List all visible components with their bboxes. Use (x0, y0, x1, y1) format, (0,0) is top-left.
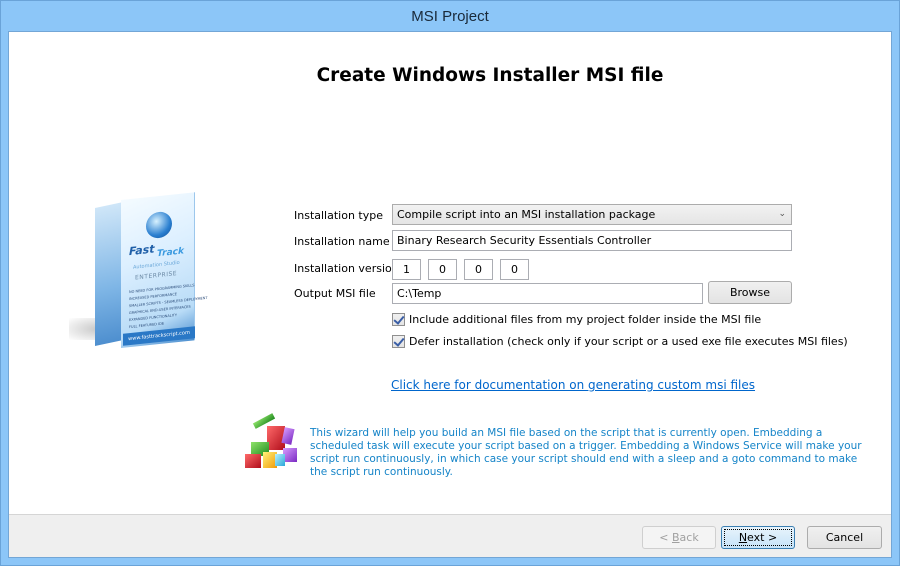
window-title: MSI Project (411, 8, 489, 25)
building-blocks-icon (245, 413, 297, 468)
defer-installation-checkbox[interactable] (392, 334, 405, 348)
red-tall-block (267, 426, 285, 450)
output-msi-file-input[interactable]: C:\Temp (392, 283, 703, 304)
box-edition: ENTERPRISE (135, 270, 178, 282)
documentation-link[interactable]: Click here for documentation on generati… (391, 378, 755, 392)
cyan-block (275, 454, 285, 466)
wizard-button-bar: < Back Next > Cancel (9, 514, 891, 557)
defer-installation-label[interactable]: Defer installation (check only if your s… (409, 335, 848, 348)
include-files-label[interactable]: Include additional files from my project… (409, 313, 761, 326)
version-minor-input[interactable]: 0 (428, 259, 457, 280)
installation-name-label: Installation name (294, 235, 390, 248)
installation-version-label: Installation version (294, 262, 399, 275)
version-build-input[interactable]: 0 (464, 259, 493, 280)
chevron-down-icon[interactable]: ⌄ (778, 205, 786, 224)
next-button[interactable]: Next > (721, 526, 795, 549)
defer-installation-option[interactable]: Defer installation (check only if your s… (392, 334, 848, 348)
cancel-button[interactable]: Cancel (807, 526, 882, 549)
box-front: Fast Track Automation Studio ENTERPRISE … (121, 192, 207, 348)
red-low-block (245, 454, 261, 468)
back-button[interactable]: < Back (642, 526, 716, 549)
include-files-checkbox[interactable] (392, 312, 405, 326)
browse-button[interactable]: Browse (708, 281, 792, 304)
purple-low-block (283, 448, 297, 462)
fasttrack-logo-icon (146, 210, 172, 240)
include-files-option[interactable]: Include additional files from my project… (392, 312, 761, 326)
msi-project-window: MSI Project Create Windows Installer MSI… (0, 0, 900, 566)
box-brand: Fast (129, 242, 155, 259)
back-prefix: < (659, 531, 672, 544)
installation-type-value: Compile script into an MSI installation … (397, 208, 656, 221)
installation-type-select[interactable]: Compile script into an MSI installation … (392, 204, 792, 225)
installation-name-input[interactable]: Binary Research Security Essentials Cont… (392, 230, 792, 251)
installation-type-label: Installation type (294, 209, 383, 222)
output-msi-file-label: Output MSI file (294, 287, 376, 300)
version-revision-input[interactable]: 0 (500, 259, 529, 280)
back-rest: ack (679, 531, 699, 544)
box-brand-2: Track (157, 246, 184, 260)
box-bullets: NO NEED FOR PROGRAMMING SKILLS INCREASED… (129, 281, 207, 331)
back-accel: B (672, 531, 680, 544)
page-heading: Create Windows Installer MSI file (316, 65, 664, 86)
yellow-block (263, 452, 277, 468)
wizard-content: Create Windows Installer MSI file Fast Tr… (8, 31, 892, 558)
wizard-info-text: This wizard will help you build an MSI f… (310, 427, 862, 478)
product-box-image: FastTrack Fast Track Automation Studio E… (67, 190, 217, 365)
version-major-input[interactable]: 1 (392, 259, 421, 280)
focus-rectangle (724, 529, 792, 546)
box-spine: FastTrack (95, 202, 137, 346)
box-subtitle: Automation Studio (133, 259, 180, 271)
